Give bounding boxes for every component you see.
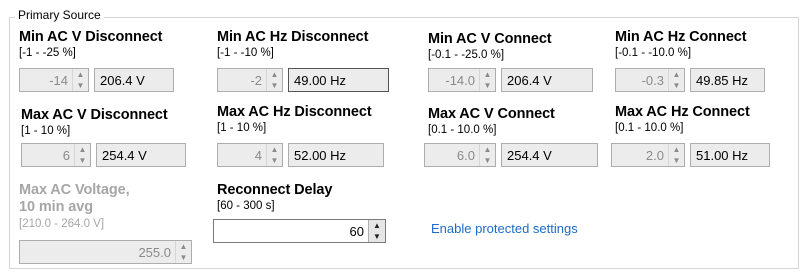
max-ac-v-disconnect-title: Max AC V Disconnect — [21, 107, 168, 123]
min-ac-v-connect-title: Min AC V Connect — [428, 31, 552, 47]
max-ac-v-connect-title: Max AC V Connect — [428, 106, 555, 122]
group-legend: Primary Source — [15, 8, 104, 22]
max-ac-hz-connect-range: [0.1 - 10.0 %] — [615, 122, 684, 134]
min-ac-hz-disconnect: Min AC Hz Disconnect [-1 - -10 %] — [217, 29, 368, 59]
min-ac-v-disconnect-title: Min AC V Disconnect — [19, 29, 163, 45]
spin-up-arrow-icon[interactable]: ▲ — [669, 144, 684, 155]
min-ac-v-disconnect-range: [-1 - -25 %] — [19, 47, 76, 59]
spin-down-arrow-icon[interactable]: ▼ — [176, 252, 191, 263]
spinner-value: -14 — [49, 72, 68, 88]
max-ac-hz-disconnect: Max AC Hz Disconnect [1 - 10 %] — [217, 104, 372, 134]
min-ac-v-disconnect: Min AC V Disconnect [-1 - -25 %] — [19, 29, 162, 59]
min-ac-hz-connect-spinner[interactable]: -0.3 ▲ ▼ — [615, 68, 685, 92]
min-ac-hz-disconnect-spinner[interactable]: -2 ▲ ▼ — [217, 68, 283, 92]
max-ac-hz-disconnect-spinner[interactable]: 4 ▲ ▼ — [217, 143, 283, 167]
spinner-value: -0.3 — [641, 72, 664, 88]
min-ac-v-connect-range: [-0.1 - -25.0 %] — [428, 49, 505, 61]
max-ac-v-disconnect-spinner[interactable]: 6 ▲ ▼ — [21, 143, 91, 167]
spin-up-arrow-icon[interactable]: ▲ — [669, 69, 684, 80]
spin-up-arrow-icon[interactable]: ▲ — [75, 144, 90, 155]
spin-down-arrow-icon[interactable]: ▼ — [669, 155, 684, 166]
reconnect-delay: Reconnect Delay [60 - 300 s] — [217, 182, 332, 212]
reconnect-delay-range: [60 - 300 s] — [217, 200, 275, 212]
spinner-value: -14.0 — [445, 72, 475, 88]
max-ac-voltage-avg-title-line2: 10 min avg — [19, 199, 93, 215]
spin-down-arrow-icon[interactable]: ▼ — [267, 80, 282, 91]
enable-protected-settings-link[interactable]: Enable protected settings — [431, 221, 578, 236]
spin-up-arrow-icon[interactable]: ▲ — [369, 220, 385, 231]
spin-up-arrow-icon[interactable]: ▲ — [176, 241, 191, 252]
min-ac-v-disconnect-readout: 206.4 V — [94, 68, 174, 92]
min-ac-hz-disconnect-range: [-1 - -10 %] — [217, 47, 274, 59]
max-ac-hz-disconnect-title: Max AC Hz Disconnect — [217, 104, 372, 120]
min-ac-v-connect-spinner[interactable]: -14.0 ▲ ▼ — [428, 68, 496, 92]
max-ac-voltage-avg-spinner[interactable]: 255.0 ▲ ▼ — [19, 240, 192, 264]
max-ac-hz-connect-title: Max AC Hz Connect — [615, 104, 750, 120]
min-ac-v-disconnect-spinner[interactable]: -14 ▲ ▼ — [19, 68, 89, 92]
max-ac-v-connect: Max AC V Connect [0.1 - 10.0 %] — [428, 106, 555, 136]
spin-down-arrow-icon[interactable]: ▼ — [73, 80, 88, 91]
max-ac-hz-connect-spinner[interactable]: 2.0 ▲ ▼ — [611, 143, 685, 167]
spin-up-arrow-icon[interactable]: ▲ — [480, 69, 495, 80]
min-ac-hz-disconnect-title: Min AC Hz Disconnect — [217, 29, 369, 45]
max-ac-hz-disconnect-range: [1 - 10 %] — [217, 122, 267, 134]
min-ac-v-connect: Min AC V Connect [-0.1 - -25.0 %] — [428, 31, 552, 61]
spinner-value: 60 — [349, 223, 364, 239]
min-ac-v-connect-readout: 206.4 V — [501, 68, 593, 92]
max-ac-hz-connect: Max AC Hz Connect [0.1 - 10.0 %] — [615, 104, 750, 134]
spinner-value: 6.0 — [456, 147, 475, 163]
max-ac-voltage-avg-range: [210.0 - 264.0 V] — [19, 218, 105, 230]
max-ac-hz-disconnect-readout: 52.00 Hz — [288, 143, 384, 167]
spin-up-arrow-icon[interactable]: ▲ — [267, 69, 282, 80]
spinner-value: -2 — [250, 72, 262, 88]
spin-up-arrow-icon[interactable]: ▲ — [267, 144, 282, 155]
max-ac-v-connect-spinner[interactable]: 6.0 ▲ ▼ — [424, 143, 496, 167]
min-ac-hz-connect-title: Min AC Hz Connect — [615, 29, 747, 45]
min-ac-hz-connect-range: [-0.1 - -10.0 %] — [615, 47, 692, 59]
max-ac-v-disconnect-readout: 254.4 V — [96, 143, 186, 167]
min-ac-hz-disconnect-readout: 49.00 Hz — [288, 68, 389, 92]
reconnect-delay-spinner[interactable]: 60 ▲ ▼ — [213, 219, 386, 243]
spinner-value: 2.0 — [645, 147, 664, 163]
max-ac-v-disconnect: Max AC V Disconnect [1 - 10 %] — [21, 107, 168, 137]
max-ac-voltage-avg: Max AC Voltage, 10 min avg [210.0 - 264.… — [19, 182, 130, 230]
spin-up-arrow-icon[interactable]: ▲ — [480, 144, 495, 155]
spin-down-arrow-icon[interactable]: ▼ — [75, 155, 90, 166]
max-ac-v-connect-readout: 254.4 V — [501, 143, 598, 167]
min-ac-hz-connect: Min AC Hz Connect [-0.1 - -10.0 %] — [615, 29, 747, 59]
min-ac-hz-connect-readout: 49.85 Hz — [690, 68, 765, 92]
spinner-value: 4 — [254, 147, 262, 163]
max-ac-v-connect-range: [0.1 - 10.0 %] — [428, 124, 497, 136]
max-ac-hz-connect-readout: 51.00 Hz — [690, 143, 770, 167]
spin-down-arrow-icon[interactable]: ▼ — [369, 231, 385, 242]
spin-up-arrow-icon[interactable]: ▲ — [73, 69, 88, 80]
max-ac-v-disconnect-range: [1 - 10 %] — [21, 125, 71, 137]
spin-down-arrow-icon[interactable]: ▼ — [669, 80, 684, 91]
spin-down-arrow-icon[interactable]: ▼ — [267, 155, 282, 166]
max-ac-voltage-avg-title-line1: Max AC Voltage, — [19, 182, 130, 198]
reconnect-delay-title: Reconnect Delay — [217, 182, 333, 198]
spin-down-arrow-icon[interactable]: ▼ — [480, 155, 495, 166]
spinner-value: 255.0 — [138, 244, 171, 260]
spinner-value: 6 — [62, 147, 70, 163]
spin-down-arrow-icon[interactable]: ▼ — [480, 80, 495, 91]
